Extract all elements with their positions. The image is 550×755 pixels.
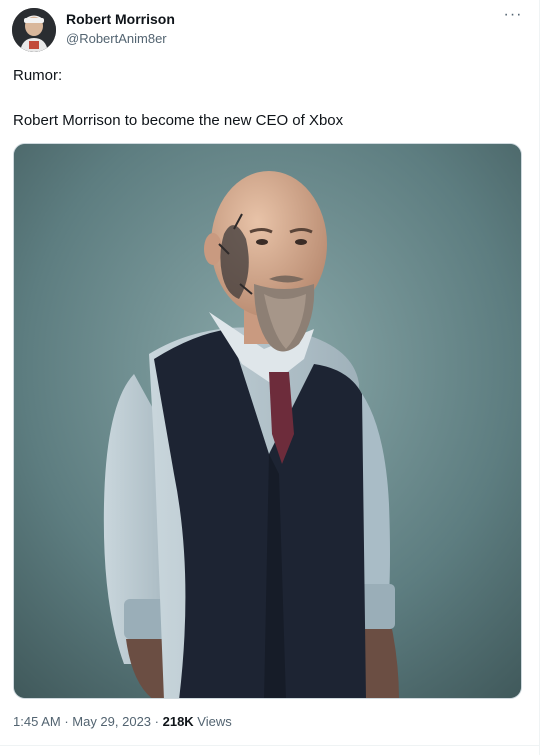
tweet-meta: 1:45 AM · May 29, 2023 · 218K Views — [13, 714, 232, 729]
avatar[interactable] — [12, 8, 56, 52]
column-divider — [539, 0, 540, 755]
more-horizontal-icon[interactable]: ··· — [500, 7, 526, 28]
tweet-text-line-1: Rumor: — [13, 67, 63, 84]
author-name[interactable]: Robert Morrison — [66, 11, 175, 27]
tweet-time[interactable]: 1:45 AM — [13, 714, 61, 729]
meta-separator: · — [60, 714, 73, 729]
tweet-date[interactable]: May 29, 2023 — [72, 714, 151, 729]
author-handle[interactable]: @RobertAnim8er — [66, 31, 167, 46]
tweet-text-line-2: Robert Morrison to become the new CEO of… — [13, 112, 344, 129]
views-label: Views — [193, 714, 232, 729]
tweet-photo[interactable] — [13, 143, 522, 699]
divider — [0, 745, 540, 746]
tweet-card: Robert Morrison @RobertAnim8er ··· Rumor… — [0, 0, 550, 755]
views-count: 218K — [162, 714, 194, 729]
meta-separator: · — [151, 714, 163, 729]
